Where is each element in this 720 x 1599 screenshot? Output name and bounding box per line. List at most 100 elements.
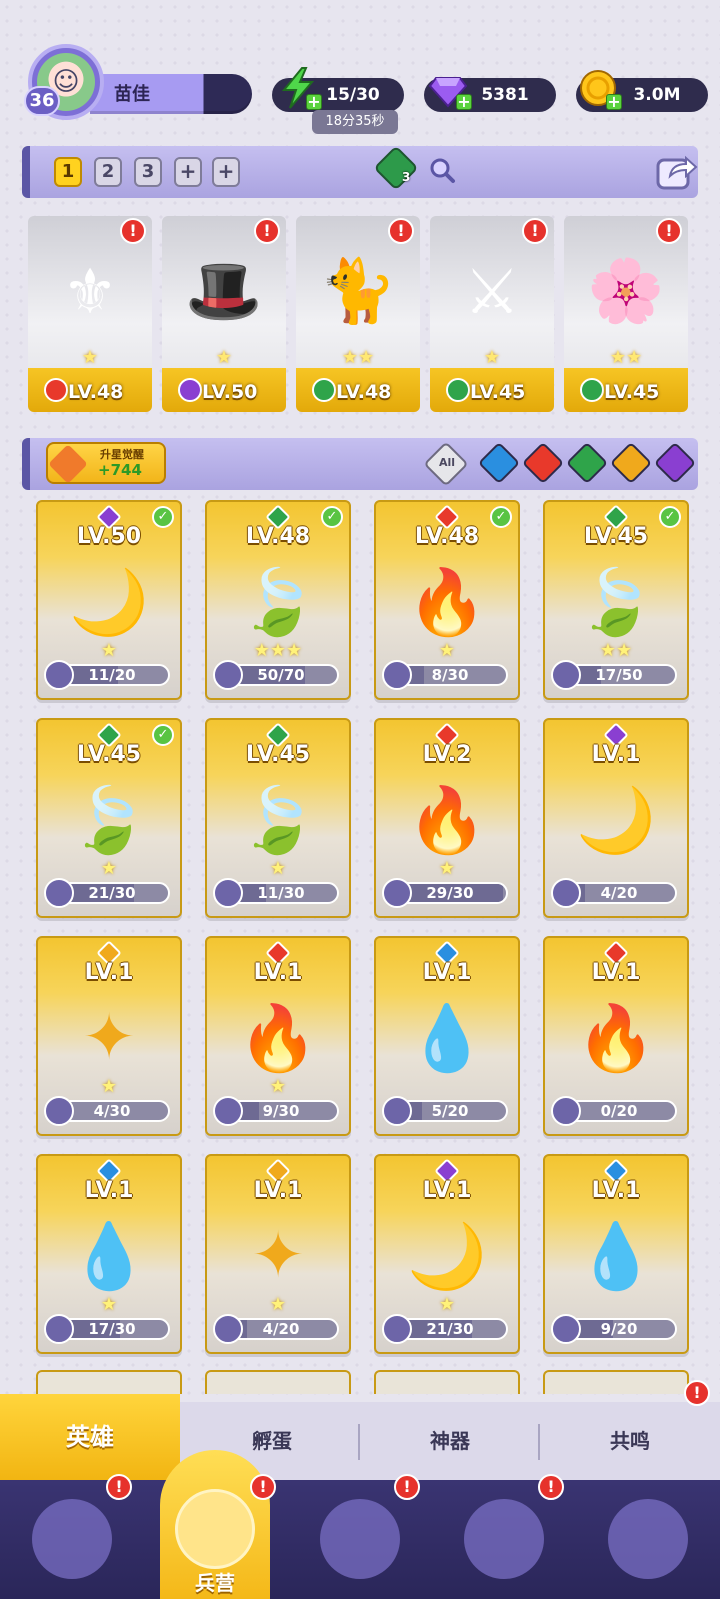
star-awaken-button[interactable]: 升星觉醒 +744 [46, 442, 166, 484]
hero-card[interactable]: 💧 LV.1 ★ 17/30 [36, 1154, 182, 1354]
hero-level: LV.1 [422, 1178, 472, 1203]
hero-card[interactable]: 🍃 LV.45 ★ 11/30 [205, 718, 351, 918]
tab-artifacts[interactable]: 神器 [360, 1402, 540, 1480]
shard-icon [44, 1096, 74, 1126]
hero-level: LV.45 [604, 381, 660, 403]
hero-level: LV.45 [245, 742, 311, 767]
shard-icon [382, 660, 412, 690]
shard-icon [213, 1314, 243, 1344]
player-name: 苗佳 [114, 84, 150, 105]
cards-alert-icon: ! [106, 1474, 132, 1500]
hero-card[interactable]: 🍃 LV.48 ✓ ★★★ 50/70 [205, 500, 351, 700]
nav-adventure[interactable] [310, 1494, 410, 1584]
water-element-filter-icon[interactable] [477, 441, 521, 485]
gem-plus-button[interactable]: + [456, 94, 472, 110]
castle-icon [464, 1499, 544, 1579]
light-element-filter-icon[interactable] [609, 441, 653, 485]
barracks-alert-icon: ! [250, 1474, 276, 1500]
hero-stars: ★★★ [253, 640, 303, 661]
top-bar: ☺ 36 苗佳 15/30 + 18分35秒 5381 + 3.0M + [0, 0, 720, 140]
guild-alert-icon: ! [538, 1474, 564, 1500]
hero-stars: ★ [269, 858, 287, 879]
nav-barracks[interactable]: 兵营 [160, 1450, 270, 1599]
shard-icon [551, 660, 581, 690]
map-icon [320, 1499, 400, 1579]
hero-level: LV.48 [68, 381, 124, 403]
hero-level: LV.50 [202, 381, 258, 403]
gem-value: 5381 [481, 85, 529, 105]
hero-card[interactable]: 🔥 LV.2 ★ 29/30 [374, 718, 520, 918]
shard-icon [44, 878, 74, 908]
sub-tab-bar: 英雄 孵蛋 神器 共鸣 ! [0, 1380, 720, 1480]
hero-stars: ★ [215, 347, 233, 368]
hero-level: LV.1 [422, 960, 472, 985]
hero-level: LV.1 [253, 1178, 303, 1203]
check-icon: ✓ [152, 724, 174, 746]
team-hero-card[interactable]: ⚜ ★ LV.48! [28, 216, 152, 412]
hero-stars: ★★ [599, 640, 633, 661]
magnifier-icon[interactable] [428, 156, 456, 184]
hero-card[interactable]: ✦ LV.1 ★ 4/30 [36, 936, 182, 1136]
fire-element-icon [44, 378, 68, 402]
shard-icon [382, 1096, 412, 1126]
hero-card[interactable]: 🔥 LV.1 ★ 9/30 [205, 936, 351, 1136]
shard-icon [44, 1314, 74, 1344]
energy-plus-button[interactable]: + [306, 94, 322, 110]
dark-element-filter-icon[interactable] [653, 441, 697, 485]
team-hero-card[interactable]: ⚔ ★ LV.45! [430, 216, 554, 412]
shard-icon [551, 1096, 581, 1126]
hero-card[interactable]: 🌙 LV.1 4/20 [543, 718, 689, 918]
nav-guild[interactable] [454, 1494, 554, 1584]
team-hero-card[interactable]: 🎩 ★ LV.50! [162, 216, 286, 412]
hero-card[interactable]: 🔥 LV.48 ✓ ★ 8/30 [374, 500, 520, 700]
hero-stars: ★ [100, 1294, 118, 1315]
hero-card[interactable]: 💧 LV.1 5/20 [374, 936, 520, 1136]
barracks-icon [175, 1489, 255, 1569]
hero-level: LV.48 [414, 524, 480, 549]
hero-card-partial [543, 1370, 689, 1394]
team-hero-card[interactable]: 🐈 ★★ LV.48! [296, 216, 420, 412]
shard-icon [213, 660, 243, 690]
hero-card[interactable]: 🌙 LV.1 ★ 21/30 [374, 1154, 520, 1354]
hero-card[interactable]: 🍃 LV.45 ✓ ★★ 17/50 [543, 500, 689, 700]
star-awaken-label: 升星觉醒 [100, 448, 144, 461]
add-team-button[interactable]: + [174, 157, 202, 187]
hero-card[interactable]: 🔥 LV.1 0/20 [543, 936, 689, 1136]
hero-card[interactable]: 🍃 LV.45 ✓ ★ 21/30 [36, 718, 182, 918]
team-slot-3[interactable]: 3 [134, 157, 162, 187]
hero-level: LV.1 [84, 960, 134, 985]
hero-portrait-icon: 💧 [407, 1001, 487, 1076]
hero-portrait-icon: 💧 [576, 1219, 656, 1294]
nature-element-filter-icon[interactable] [565, 441, 609, 485]
hero-stars: ★ [438, 858, 456, 879]
team-slot-2[interactable]: 2 [94, 157, 122, 187]
fire-element-filter-icon[interactable] [521, 441, 565, 485]
tab-heroes[interactable]: 英雄 [0, 1394, 180, 1480]
sword-icon [48, 444, 88, 484]
nature-element-icon [446, 378, 470, 402]
add-team-button-2[interactable]: + [212, 157, 240, 187]
hero-level: LV.45 [76, 742, 142, 767]
check-icon: ✓ [152, 506, 174, 528]
dark-element-icon [178, 378, 202, 402]
energy-value: 15/30 [326, 85, 380, 105]
tab-resonance[interactable]: 共鸣 [540, 1402, 720, 1480]
hero-portrait-icon: 🌙 [576, 783, 656, 858]
hero-level: LV.50 [76, 524, 142, 549]
gold-plus-button[interactable]: + [606, 94, 622, 110]
alert-icon: ! [254, 218, 280, 244]
share-icon[interactable] [654, 150, 698, 192]
team-hero-card[interactable]: 🌸 ★★ LV.45! [564, 216, 688, 412]
hero-card[interactable]: 💧 LV.1 9/20 [543, 1154, 689, 1354]
nav-shop[interactable] [598, 1494, 698, 1584]
hero-card[interactable]: 🌙 LV.50 ✓ ★ 11/20 [36, 500, 182, 700]
hero-stars: ★★ [609, 347, 643, 368]
hero-card[interactable]: ✦ LV.1 ★ 4/20 [205, 1154, 351, 1354]
shard-icon [551, 1314, 581, 1344]
element-synergy-icon[interactable] [373, 145, 419, 191]
shard-icon [44, 660, 74, 690]
hero-level: LV.45 [583, 524, 649, 549]
nav-cards[interactable] [22, 1494, 122, 1584]
team-slot-1[interactable]: 1 [54, 157, 82, 187]
hero-card-partial [374, 1370, 520, 1394]
